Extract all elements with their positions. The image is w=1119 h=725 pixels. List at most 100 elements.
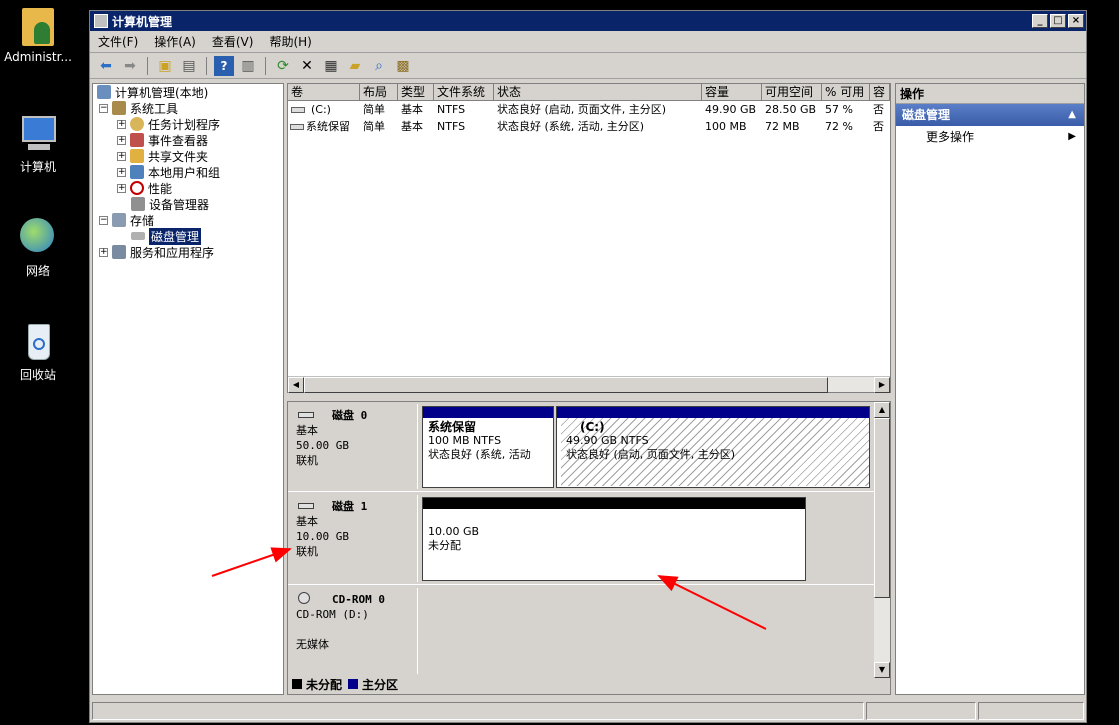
expand-toggle-icon[interactable]: +	[117, 151, 126, 161]
menu-help[interactable]: 帮助(H)	[269, 33, 311, 50]
disk-row: 磁盘 1 基本 10.00 GB 联机 10.00 GB 未分配	[288, 493, 874, 585]
delete-icon[interactable]: ✕	[297, 56, 317, 76]
column-header-layout[interactable]: 布局	[360, 84, 398, 100]
partition-status: 状态良好 (系统, 活动	[428, 448, 531, 461]
open-folder-icon[interactable]: ▰	[345, 56, 365, 76]
filesystem-cell: NTFS	[437, 103, 466, 116]
help-icon[interactable]: ?	[214, 55, 234, 76]
legend-swatch	[292, 678, 302, 689]
disk-info-panel[interactable]: 磁盘 0 基本 50.00 GB 联机	[290, 404, 418, 489]
desktop-icon-computer[interactable]: 计算机	[0, 114, 76, 175]
tree-item-label: 计算机管理(本地)	[115, 85, 209, 100]
disk-info-panel[interactable]: 磁盘 1 基本 10.00 GB 联机	[290, 495, 418, 582]
more-actions-item[interactable]: 更多操作 ▶	[896, 126, 1084, 148]
disk-status: 联机	[296, 545, 318, 558]
toolbar: ⬅ ➡ ▣ ▤ ? ▥ ⟳ ✕ ▦ ▰ ⌕ ▩	[90, 53, 1086, 79]
column-header-free-space[interactable]: 可用空间	[762, 84, 822, 100]
horizontal-scrollbar[interactable]: ◀ ▶	[288, 376, 890, 393]
collapse-caret-icon[interactable]: ▲	[1068, 104, 1076, 126]
tree-item-label: 服务和应用程序	[130, 245, 215, 260]
tree-item-disk-management[interactable]: 磁盘管理	[93, 227, 283, 245]
menu-view[interactable]: 查看(V)	[212, 33, 254, 50]
cdrom-icon	[298, 592, 310, 604]
tree-item-local-users[interactable]: + 本地用户和组	[93, 164, 283, 180]
recycle-bin-icon	[18, 322, 58, 362]
column-header-status[interactable]: 状态	[494, 84, 702, 100]
show-hide-tree-icon[interactable]: ▤	[179, 56, 199, 76]
tree-item-storage[interactable]: − 存储	[93, 212, 283, 228]
disk-icon	[131, 232, 145, 240]
expand-toggle-icon[interactable]: +	[117, 135, 126, 145]
partition-body: 10.00 GB 未分配	[423, 509, 805, 555]
tree-item-shared-folders[interactable]: + 共享文件夹	[93, 148, 283, 164]
title-bar[interactable]: 计算机管理 _ □ ×	[90, 11, 1086, 31]
scroll-thumb[interactable]	[304, 377, 828, 393]
up-folder-icon[interactable]: ▣	[155, 56, 175, 76]
expand-toggle-icon[interactable]: +	[99, 247, 108, 257]
expand-toggle-icon[interactable]: +	[117, 167, 126, 177]
partition-size: 100 MB NTFS	[428, 434, 502, 447]
computer-management-icon	[97, 85, 111, 99]
column-header-filesystem[interactable]: 文件系统	[434, 84, 494, 100]
tree-item-label: 共享文件夹	[148, 149, 209, 164]
search-icon[interactable]: ⌕	[369, 56, 389, 76]
expand-toggle-icon[interactable]: +	[117, 119, 126, 129]
expand-toggle-icon[interactable]: +	[117, 183, 126, 193]
actions-section-disk-management[interactable]: 磁盘管理 ▲	[896, 104, 1084, 126]
disk-info-panel[interactable]: CD-ROM 0 CD-ROM (D:) 无媒体	[290, 588, 418, 674]
collapse-toggle-icon[interactable]: −	[99, 215, 108, 225]
menu-action[interactable]: 操作(A)	[154, 33, 196, 50]
submenu-arrow-icon: ▶	[1068, 131, 1076, 142]
scroll-right-icon[interactable]: ▶	[874, 377, 890, 393]
tree-item-system-tools[interactable]: − 系统工具	[93, 100, 283, 116]
maximize-button[interactable]: □	[1050, 14, 1066, 28]
user-folder-icon	[22, 8, 54, 46]
desktop-icon-administrator[interactable]: Administr...	[0, 8, 76, 64]
column-header-volume[interactable]: 卷	[288, 84, 360, 100]
tools-icon	[112, 101, 126, 115]
scroll-up-icon[interactable]: ▲	[874, 402, 890, 418]
properties-pane-icon[interactable]: ▥	[238, 56, 258, 76]
column-header-type[interactable]: 类型	[398, 84, 434, 100]
column-header-percent-free[interactable]: % 可用	[822, 84, 870, 100]
partition-system-reserved[interactable]: 系统保留 100 MB NTFS 状态良好 (系统, 活动	[422, 406, 554, 488]
tree-item-event-viewer[interactable]: + 事件查看器	[93, 132, 283, 148]
menu-file[interactable]: 文件(F)	[98, 33, 138, 50]
performance-icon	[130, 181, 144, 195]
column-header-fault-tolerance[interactable]: 容	[870, 84, 890, 100]
scroll-down-icon[interactable]: ▼	[874, 662, 890, 678]
drive-icon	[291, 106, 305, 113]
desktop-icon-recycle-bin[interactable]: 回收站	[0, 322, 76, 383]
legend-label: 未分配	[306, 677, 343, 692]
disk-size: 10.00 GB	[296, 530, 349, 543]
partition-type-bar	[557, 407, 869, 418]
tree-item-root[interactable]: 计算机管理(本地)	[93, 84, 283, 100]
vertical-scrollbar[interactable]: ▲ ▼	[874, 402, 890, 678]
disk-type: 基本	[296, 424, 318, 437]
desktop-icon-network[interactable]: 网络	[0, 218, 76, 279]
close-button[interactable]: ×	[1068, 14, 1084, 28]
status-panel	[978, 702, 1084, 720]
tree-item-services[interactable]: + 服务和应用程序	[93, 244, 283, 260]
partition-unallocated[interactable]: 10.00 GB 未分配	[422, 497, 806, 581]
back-arrow-icon[interactable]: ⬅	[96, 56, 116, 76]
minimize-button[interactable]: _	[1032, 14, 1048, 28]
collapse-toggle-icon[interactable]: −	[99, 103, 108, 113]
properties-icon[interactable]: ▦	[321, 56, 341, 76]
settings-icon[interactable]: ▩	[393, 56, 413, 76]
scroll-left-icon[interactable]: ◀	[288, 377, 304, 393]
column-header-capacity[interactable]: 容量	[702, 84, 762, 100]
partition-c-drive[interactable]: (C:) 49.90 GB NTFS 状态良好 (启动, 页面文件, 主分区)	[556, 406, 870, 488]
desktop-icon-label: 网络	[25, 264, 50, 278]
desktop-icon-label: Administr...	[4, 50, 72, 64]
toolbar-separator	[147, 56, 148, 75]
scroll-thumb[interactable]	[874, 418, 890, 598]
tree-item-performance[interactable]: + 性能	[93, 180, 283, 196]
table-row[interactable]: 系统保留 简单 基本 NTFS 状态良好 (系统, 活动, 主分区) 100 M…	[288, 118, 890, 135]
status-bar	[90, 700, 1086, 722]
tree-item-task-scheduler[interactable]: + 任务计划程序	[93, 116, 283, 132]
tree-item-device-manager[interactable]: 设备管理器	[93, 196, 283, 212]
table-row[interactable]: (C:) 简单 基本 NTFS 状态良好 (启动, 页面文件, 主分区) 49.…	[288, 101, 890, 118]
forward-arrow-icon[interactable]: ➡	[120, 56, 140, 76]
refresh-icon[interactable]: ⟳	[273, 56, 293, 76]
